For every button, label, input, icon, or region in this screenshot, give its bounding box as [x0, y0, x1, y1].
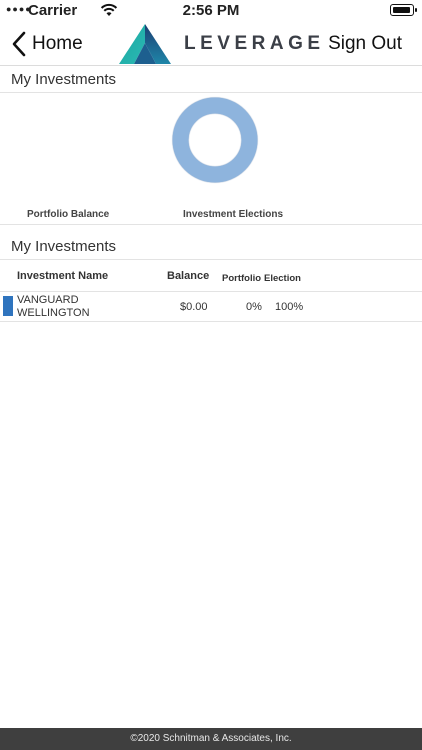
- back-button-label: Home: [32, 33, 83, 54]
- portfolio-balance-label: Portfolio Balance: [27, 209, 110, 220]
- battery-icon: [390, 4, 417, 16]
- chevron-left-icon: [12, 31, 26, 57]
- section-title: My Investments: [11, 71, 117, 88]
- section-title: My Investments: [11, 238, 117, 255]
- status-bar: ●●●● Carrier 2:56 PM: [0, 0, 422, 22]
- clock: 2:56 PM: [182, 2, 240, 19]
- fund-election-percent: 100%: [275, 301, 304, 313]
- sign-out-button[interactable]: Sign Out: [328, 33, 402, 55]
- logo: LEVERAGE: [118, 22, 325, 66]
- back-button[interactable]: Home: [10, 28, 83, 60]
- column-header-balance: Balance: [167, 270, 210, 282]
- charts-svg: [172, 97, 258, 183]
- chart-area: Portfolio Balance Investment Elections: [0, 93, 422, 225]
- table-row[interactable]: VANGUARD WELLINGTON $0.00 0% 100%: [0, 292, 422, 322]
- investment-elections-donut[interactable]: [172, 97, 258, 183]
- nav-bar: Home LEVERAGE Sign Out: [0, 22, 422, 66]
- fund-color-swatch: [3, 296, 13, 316]
- column-header-portfolio: Portfolio: [222, 273, 262, 284]
- section-header-investments-table: My Investments: [0, 234, 422, 260]
- column-header-election: Election: [264, 273, 301, 284]
- table-header: Investment Name Balance Portfolio Electi…: [0, 262, 422, 292]
- fund-balance: $0.00: [180, 301, 208, 313]
- leverage-logo-icon: [119, 24, 171, 64]
- investment-elections-label: Investment Elections: [183, 209, 284, 220]
- column-header-name: Investment Name: [17, 270, 109, 282]
- logo-wordmark: LEVERAGE: [184, 33, 325, 54]
- copyright-text: ©2020 Schnitman & Associates, Inc.: [130, 733, 292, 744]
- fund-portfolio-percent: 0%: [246, 301, 262, 313]
- footer: ©2020 Schnitman & Associates, Inc.: [0, 728, 422, 750]
- fund-name: VANGUARD WELLINGTON: [17, 294, 90, 319]
- section-header-investments: My Investments: [0, 67, 422, 93]
